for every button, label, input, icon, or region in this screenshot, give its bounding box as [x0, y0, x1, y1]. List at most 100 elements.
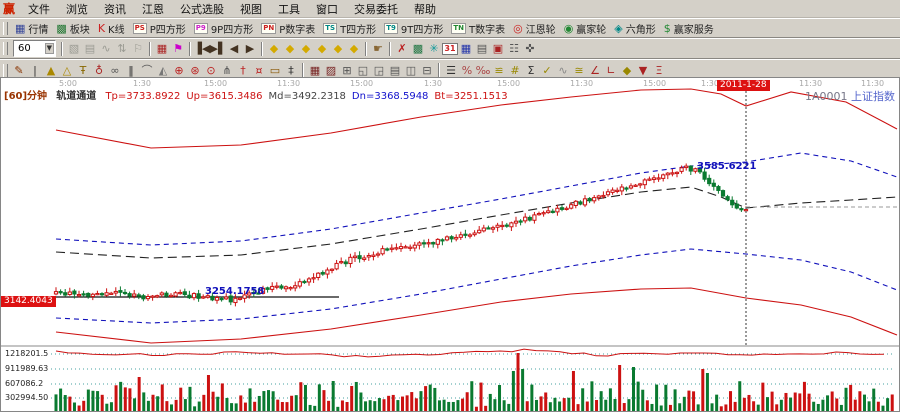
candlestick-chart[interactable]	[1, 78, 899, 411]
menu-item-江恩[interactable]: 江恩	[134, 0, 172, 18]
win-cols-icon[interactable]: ◫	[403, 63, 419, 78]
rect-icon[interactable]: ▭	[267, 63, 283, 78]
cross-icon[interactable]: †	[235, 63, 251, 78]
next-icon[interactable]: ▶	[242, 41, 258, 56]
win-hatch-icon[interactable]: ▨	[323, 63, 339, 78]
dagger-icon[interactable]: ‡	[283, 63, 299, 78]
vline-icon[interactable]: |	[27, 63, 43, 78]
hand-icon[interactable]: ☛	[370, 41, 386, 56]
tri-down-icon[interactable]: ▼	[635, 63, 651, 78]
note-icon[interactable]: ▤	[82, 41, 98, 56]
menu-item-工具[interactable]: 工具	[270, 0, 308, 18]
diamond-out-icon[interactable]: ◆	[346, 41, 362, 56]
diamond-down-icon[interactable]: ◆	[314, 41, 330, 56]
equal-icon[interactable]: ≌	[491, 63, 507, 78]
wave-icon[interactable]: ∿	[98, 41, 114, 56]
menu-item-窗口[interactable]: 窗口	[308, 0, 346, 18]
prev-icon[interactable]: ◀	[226, 41, 242, 56]
menu-item-交易委托[interactable]: 交易委托	[346, 0, 406, 18]
anchor-icon[interactable]: ♁	[91, 63, 107, 78]
button-P四方形[interactable]: PSP四方形	[129, 21, 190, 36]
mouse-icon[interactable]: ☷	[506, 41, 522, 56]
menu-item-浏览[interactable]: 浏览	[58, 0, 96, 18]
menu-item-文件[interactable]: 文件	[20, 0, 58, 18]
toolbar-grip[interactable]	[3, 42, 8, 55]
toolbar-grip[interactable]	[3, 22, 8, 35]
menu-item-视图[interactable]: 视图	[232, 0, 270, 18]
win-grid-icon[interactable]: ▦	[307, 63, 323, 78]
menu-item-帮助[interactable]: 帮助	[406, 0, 444, 18]
button-赢家服务[interactable]: $赢家服务	[660, 21, 718, 36]
button-T数字表[interactable]: TNT数字表	[447, 21, 509, 36]
burst-icon[interactable]: ✳	[426, 41, 442, 56]
hash-icon[interactable]: #	[507, 63, 523, 78]
button-9T四方形[interactable]: T99T四方形	[380, 21, 447, 36]
updown-icon[interactable]: ⇅	[114, 41, 130, 56]
diamond-up-icon[interactable]: ◆	[298, 41, 314, 56]
wave2-icon[interactable]: ∿	[555, 63, 571, 78]
chevron-down-icon[interactable]: ▼	[45, 43, 54, 54]
diamond-small-icon[interactable]: ◆	[619, 63, 635, 78]
net-icon[interactable]: ▩	[410, 41, 426, 56]
win-plus-icon[interactable]: ⊞	[339, 63, 355, 78]
button-板块[interactable]: ▩板块	[52, 21, 93, 36]
lines-icon[interactable]: ☰	[443, 63, 459, 78]
cycle-icon[interactable]: ∞	[107, 63, 123, 78]
xi-icon[interactable]: Ξ	[651, 63, 667, 78]
delete-icon[interactable]: ✗	[394, 41, 410, 56]
settings-icon[interactable]: ✜	[522, 41, 538, 56]
first-icon[interactable]: ▐◀	[194, 41, 210, 56]
gold-down-icon[interactable]: △	[59, 63, 75, 78]
flag-gray-icon[interactable]: ⚐	[130, 41, 146, 56]
fork-icon[interactable]: ⋔	[219, 63, 235, 78]
gold-up-icon[interactable]: ▲	[43, 63, 59, 78]
check-icon[interactable]: ✓	[539, 63, 555, 78]
parallel-icon[interactable]: ‖	[123, 63, 139, 78]
pencil-icon[interactable]: ✎	[11, 63, 27, 78]
spark-icon[interactable]: ¤	[251, 63, 267, 78]
tline-icon[interactable]: Ŧ	[75, 63, 91, 78]
percent-icon[interactable]: %	[459, 63, 475, 78]
corner-a-icon[interactable]: ◱	[355, 63, 371, 78]
diamond-right-icon[interactable]: ◆	[282, 41, 298, 56]
save-icon[interactable]: ▣	[490, 41, 506, 56]
diamond-in-icon[interactable]: ◆	[330, 41, 346, 56]
sigma-icon[interactable]: Σ	[523, 63, 539, 78]
list-icon[interactable]: ▤	[474, 41, 490, 56]
arc-icon[interactable]: ⌒	[139, 63, 155, 78]
button-9P四方形[interactable]: P99P四方形	[190, 21, 257, 36]
menu-item-资讯[interactable]: 资讯	[96, 0, 134, 18]
magenta-flag-icon[interactable]: ⚑	[170, 41, 186, 56]
approx-icon[interactable]: ≅	[571, 63, 587, 78]
button-行情[interactable]: ▦行情	[11, 21, 52, 36]
angle-icon[interactable]: ∠	[587, 63, 603, 78]
chart-area[interactable]: 5:001:3015:0011:3015:001:3015:0011:3015:…	[0, 77, 900, 412]
period-combobox[interactable]: 60 ▼	[13, 40, 56, 57]
button-六角形[interactable]: ◈六角形	[610, 21, 659, 36]
volume-bar	[212, 392, 215, 411]
candle-body	[174, 293, 177, 296]
last-icon[interactable]: ▶▌	[210, 41, 226, 56]
red-grid-icon[interactable]: ▦	[154, 41, 170, 56]
button-江恩轮[interactable]: ◎江恩轮	[509, 21, 560, 36]
gann-wheel-icon: ◎	[513, 22, 523, 35]
wheel-small-icon[interactable]: ⊛	[187, 63, 203, 78]
fan-icon[interactable]: ◭	[155, 63, 171, 78]
button-P数字表[interactable]: PNP数字表	[257, 21, 319, 36]
menu-item-公式选股[interactable]: 公式选股	[172, 0, 232, 18]
target-icon[interactable]: ⊕	[171, 63, 187, 78]
right-angle-icon[interactable]: ∟	[603, 63, 619, 78]
calendar-icon[interactable]: 31	[442, 41, 458, 56]
toolbar-grip[interactable]	[3, 64, 8, 77]
circle-dot-icon[interactable]: ⊙	[203, 63, 219, 78]
win-rows-icon[interactable]: ▤	[387, 63, 403, 78]
table-icon[interactable]: ▦	[458, 41, 474, 56]
button-K线[interactable]: KK线	[94, 21, 129, 36]
button-赢家轮[interactable]: ◉赢家轮	[560, 21, 611, 36]
diamond-left-icon[interactable]: ◆	[266, 41, 282, 56]
corner-b-icon[interactable]: ◲	[371, 63, 387, 78]
win-minus-icon[interactable]: ⊟	[419, 63, 435, 78]
permille-icon[interactable]: ‰	[475, 63, 491, 78]
button-T四方形[interactable]: TST四方形	[319, 21, 380, 36]
layout-icon[interactable]: ▧	[66, 41, 82, 56]
